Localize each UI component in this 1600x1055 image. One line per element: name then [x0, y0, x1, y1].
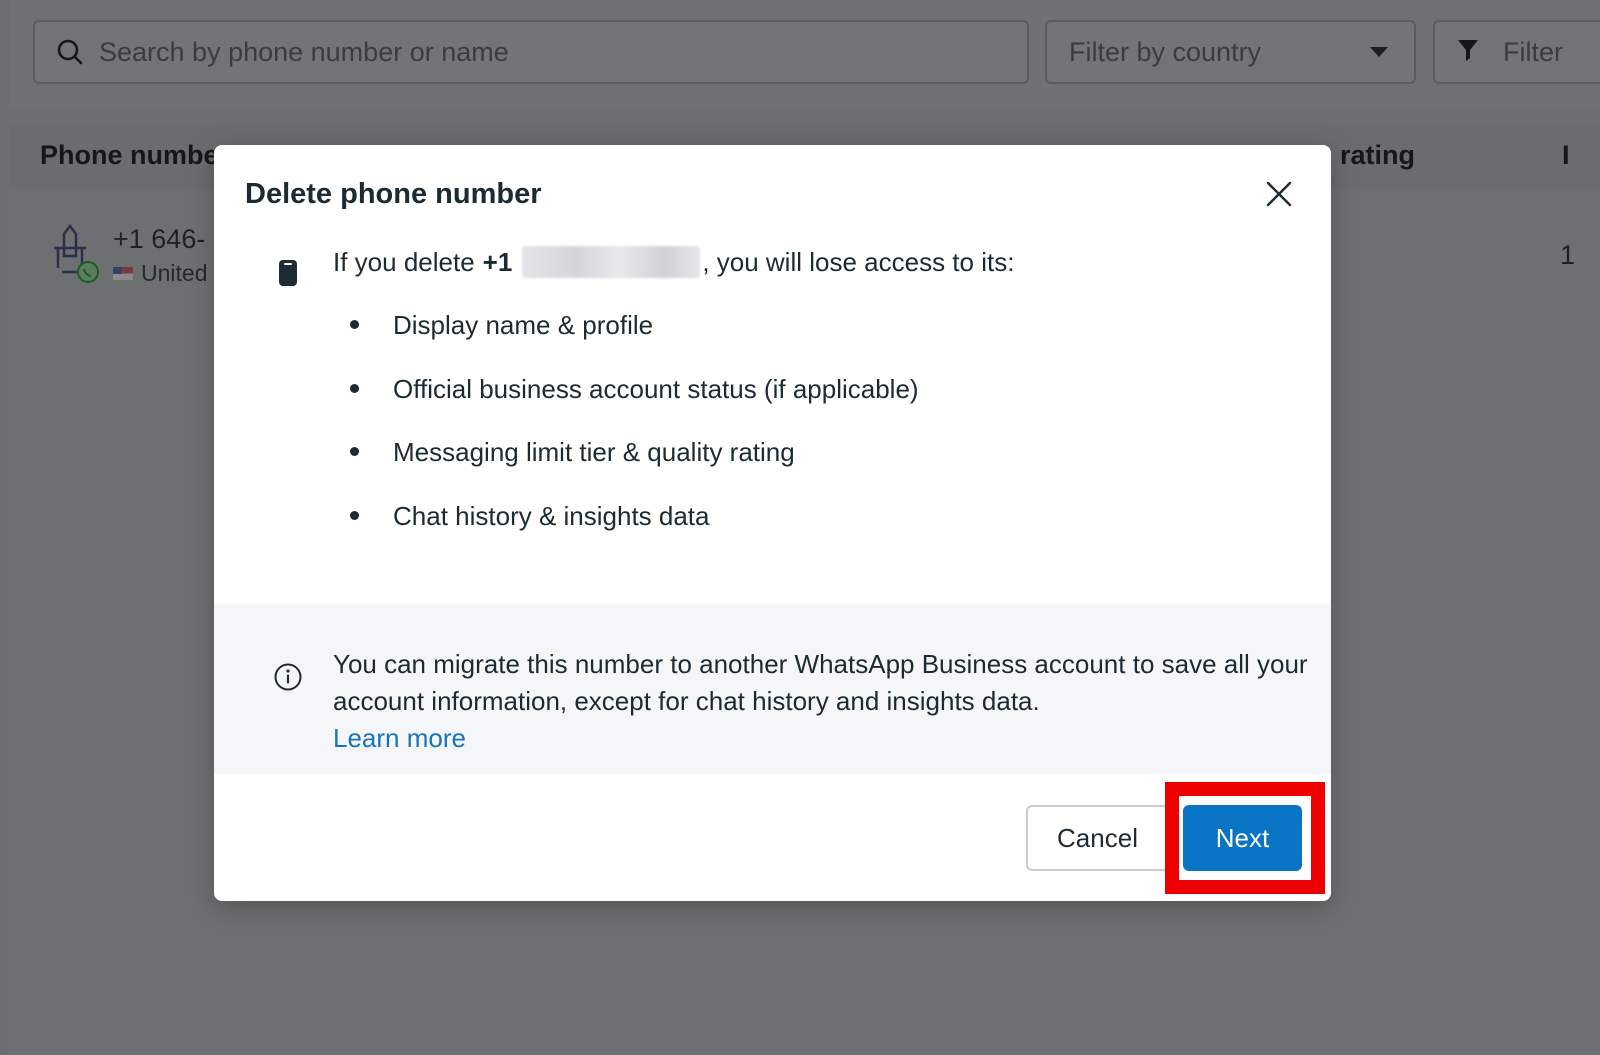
search-icon — [55, 37, 85, 67]
phone-icon — [278, 259, 298, 292]
notice-body: You can migrate this number to another W… — [333, 649, 1308, 716]
column-header-quality-rating[interactable]: rating — [1340, 140, 1415, 171]
next-button[interactable]: Next — [1183, 805, 1302, 871]
filter-icon — [1457, 38, 1479, 67]
list-item: Display name & profile — [350, 305, 919, 369]
delete-phone-number-dialog: Delete phone number If you delete +1 , y… — [214, 145, 1331, 901]
lead-prefix: If you delete — [333, 246, 475, 277]
info-icon — [273, 662, 303, 697]
column-header-phone-number[interactable]: Phone numbe — [40, 140, 219, 171]
notice-text: You can migrate this number to another W… — [333, 646, 1308, 757]
row-country-label: United — [141, 260, 208, 286]
dialog-lead-text: If you delete +1 , you will lose access … — [333, 246, 1014, 278]
whatsapp-icon — [77, 261, 99, 283]
country-filter-placeholder: Filter by country — [1069, 36, 1262, 67]
learn-more-link[interactable]: Learn more — [333, 723, 466, 753]
filter-button-label: Filter — [1503, 36, 1563, 67]
search-placeholder: Search by phone number or name — [99, 36, 509, 67]
column-header-next[interactable]: I — [1562, 140, 1570, 171]
row-phone-number: +1 646- — [113, 224, 206, 254]
dialog-title: Delete phone number — [245, 178, 542, 210]
list-item: Official business account status (if app… — [350, 369, 919, 433]
list-item: Chat history & insights data — [350, 496, 919, 560]
migration-notice: You can migrate this number to another W… — [214, 604, 1331, 774]
row-country: United — [113, 260, 207, 287]
close-button[interactable] — [1262, 177, 1296, 211]
cancel-button[interactable]: Cancel — [1026, 805, 1169, 871]
lead-suffix: , you will lose access to its: — [702, 246, 1015, 277]
redacted-phone-number — [522, 246, 701, 278]
us-flag-icon — [113, 267, 133, 280]
row-trailing-value: 1 — [1560, 240, 1576, 270]
lead-country-code: +1 — [482, 246, 513, 277]
chevron-down-icon — [1370, 47, 1388, 57]
search-input[interactable]: Search by phone number or name — [33, 20, 1029, 84]
app-logo-icon — [50, 222, 102, 289]
filter-button[interactable]: Filter — [1433, 20, 1600, 84]
list-item: Messaging limit tier & quality rating — [350, 432, 919, 496]
country-filter-select[interactable]: Filter by country — [1045, 20, 1416, 84]
close-icon — [1266, 181, 1292, 207]
dialog-footer: Cancel Next — [214, 774, 1331, 901]
lost-access-list: Display name & profile Official business… — [350, 305, 919, 560]
